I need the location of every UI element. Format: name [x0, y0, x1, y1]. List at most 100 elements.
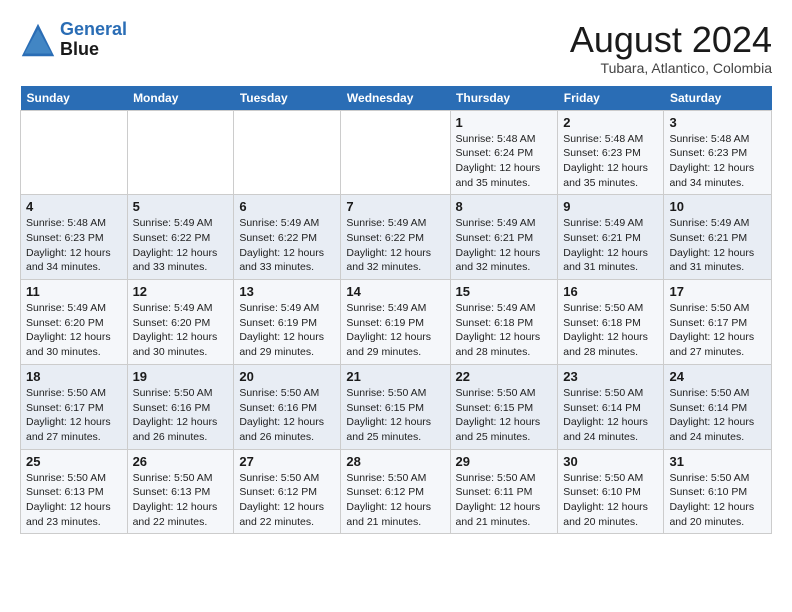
day-number: 25 — [26, 454, 122, 469]
calendar-cell: 3 Sunrise: 5:48 AM Sunset: 6:23 PM Daylig… — [664, 110, 772, 195]
day-info: Sunrise: 5:50 AM Sunset: 6:10 PM Dayligh… — [669, 471, 766, 530]
weekday-header: Thursday — [450, 86, 558, 111]
weekday-row: SundayMondayTuesdayWednesdayThursdayFrid… — [21, 86, 772, 111]
day-info: Sunrise: 5:48 AM Sunset: 6:23 PM Dayligh… — [669, 132, 766, 191]
calendar-body: 1 Sunrise: 5:48 AM Sunset: 6:24 PM Daylig… — [21, 110, 772, 534]
month-year: August 2024 — [570, 20, 772, 60]
calendar-cell: 24 Sunrise: 5:50 AM Sunset: 6:14 PM Dayli… — [664, 364, 772, 449]
day-info: Sunrise: 5:50 AM Sunset: 6:12 PM Dayligh… — [239, 471, 335, 530]
calendar-cell: 26 Sunrise: 5:50 AM Sunset: 6:13 PM Dayli… — [127, 449, 234, 534]
day-number: 6 — [239, 199, 335, 214]
location: Tubara, Atlantico, Colombia — [570, 60, 772, 76]
day-info: Sunrise: 5:50 AM Sunset: 6:17 PM Dayligh… — [669, 301, 766, 360]
day-info: Sunrise: 5:49 AM Sunset: 6:22 PM Dayligh… — [133, 216, 229, 275]
calendar-cell: 23 Sunrise: 5:50 AM Sunset: 6:14 PM Dayli… — [558, 364, 664, 449]
calendar-cell: 18Sunrise: 5:50 AM Sunset: 6:17 PM Dayli… — [21, 364, 128, 449]
day-number: 17 — [669, 284, 766, 299]
calendar-cell: 5Sunrise: 5:49 AM Sunset: 6:22 PM Daylig… — [127, 195, 234, 280]
day-number: 16 — [563, 284, 658, 299]
day-number: 27 — [239, 454, 335, 469]
weekday-header: Monday — [127, 86, 234, 111]
day-info: Sunrise: 5:49 AM Sunset: 6:19 PM Dayligh… — [346, 301, 444, 360]
day-info: Sunrise: 5:49 AM Sunset: 6:21 PM Dayligh… — [669, 216, 766, 275]
day-info: Sunrise: 5:50 AM Sunset: 6:16 PM Dayligh… — [239, 386, 335, 445]
day-info: Sunrise: 5:49 AM Sunset: 6:21 PM Dayligh… — [563, 216, 658, 275]
calendar-cell: 20 Sunrise: 5:50 AM Sunset: 6:16 PM Dayli… — [234, 364, 341, 449]
calendar-cell: 28 Sunrise: 5:50 AM Sunset: 6:12 PM Dayli… — [341, 449, 450, 534]
day-info: Sunrise: 5:50 AM Sunset: 6:12 PM Dayligh… — [346, 471, 444, 530]
day-number: 28 — [346, 454, 444, 469]
calendar-cell: 30 Sunrise: 5:50 AM Sunset: 6:10 PM Dayli… — [558, 449, 664, 534]
day-number: 30 — [563, 454, 658, 469]
day-number: 3 — [669, 115, 766, 130]
calendar-cell: 29 Sunrise: 5:50 AM Sunset: 6:11 PM Dayli… — [450, 449, 558, 534]
calendar-cell: 21Sunrise: 5:50 AM Sunset: 6:15 PM Dayli… — [341, 364, 450, 449]
calendar-cell: 22 Sunrise: 5:50 AM Sunset: 6:15 PM Dayli… — [450, 364, 558, 449]
day-info: Sunrise: 5:49 AM Sunset: 6:22 PM Dayligh… — [346, 216, 444, 275]
calendar-cell: 2 Sunrise: 5:48 AM Sunset: 6:23 PM Daylig… — [558, 110, 664, 195]
page-header: General Blue August 2024 Tubara, Atlanti… — [20, 20, 772, 76]
calendar-cell: 19 Sunrise: 5:50 AM Sunset: 6:16 PM Dayli… — [127, 364, 234, 449]
weekday-header: Friday — [558, 86, 664, 111]
calendar-cell — [341, 110, 450, 195]
calendar-cell: 31 Sunrise: 5:50 AM Sunset: 6:10 PM Dayli… — [664, 449, 772, 534]
day-info: Sunrise: 5:49 AM Sunset: 6:19 PM Dayligh… — [239, 301, 335, 360]
day-number: 20 — [239, 369, 335, 384]
day-info: Sunrise: 5:49 AM Sunset: 6:21 PM Dayligh… — [456, 216, 553, 275]
day-info: Sunrise: 5:50 AM Sunset: 6:13 PM Dayligh… — [133, 471, 229, 530]
calendar-header: SundayMondayTuesdayWednesdayThursdayFrid… — [21, 86, 772, 111]
day-info: Sunrise: 5:50 AM Sunset: 6:15 PM Dayligh… — [456, 386, 553, 445]
weekday-header: Wednesday — [341, 86, 450, 111]
day-info: Sunrise: 5:50 AM Sunset: 6:13 PM Dayligh… — [26, 471, 122, 530]
day-number: 2 — [563, 115, 658, 130]
day-info: Sunrise: 5:48 AM Sunset: 6:23 PM Dayligh… — [563, 132, 658, 191]
calendar-cell: 10 Sunrise: 5:49 AM Sunset: 6:21 PM Dayli… — [664, 195, 772, 280]
calendar-cell: 9Sunrise: 5:49 AM Sunset: 6:21 PM Daylig… — [558, 195, 664, 280]
calendar-cell: 12 Sunrise: 5:49 AM Sunset: 6:20 PM Dayli… — [127, 280, 234, 365]
calendar-week-row: 4Sunrise: 5:48 AM Sunset: 6:23 PM Daylig… — [21, 195, 772, 280]
calendar-cell: 14 Sunrise: 5:49 AM Sunset: 6:19 PM Dayli… — [341, 280, 450, 365]
day-number: 12 — [133, 284, 229, 299]
day-number: 4 — [26, 199, 122, 214]
calendar-cell: 13 Sunrise: 5:49 AM Sunset: 6:19 PM Dayli… — [234, 280, 341, 365]
logo-text: General Blue — [60, 20, 127, 60]
day-info: Sunrise: 5:48 AM Sunset: 6:24 PM Dayligh… — [456, 132, 553, 191]
day-info: Sunrise: 5:50 AM Sunset: 6:15 PM Dayligh… — [346, 386, 444, 445]
day-number: 22 — [456, 369, 553, 384]
day-info: Sunrise: 5:49 AM Sunset: 6:22 PM Dayligh… — [239, 216, 335, 275]
day-number: 18 — [26, 369, 122, 384]
calendar-week-row: 25 Sunrise: 5:50 AM Sunset: 6:13 PM Dayli… — [21, 449, 772, 534]
day-number: 11 — [26, 284, 122, 299]
calendar-cell — [234, 110, 341, 195]
calendar-cell: 7Sunrise: 5:49 AM Sunset: 6:22 PM Daylig… — [341, 195, 450, 280]
day-info: Sunrise: 5:50 AM Sunset: 6:14 PM Dayligh… — [669, 386, 766, 445]
calendar-cell: 11Sunrise: 5:49 AM Sunset: 6:20 PM Dayli… — [21, 280, 128, 365]
calendar-week-row: 11 Sunrise: 5:49 AM Sunset: 6:20 PM Dayli… — [21, 280, 772, 365]
day-info: Sunrise: 5:50 AM Sunset: 6:16 PM Dayligh… — [133, 386, 229, 445]
calendar-cell: 15Sunrise: 5:49 AM Sunset: 6:18 PM Dayli… — [450, 280, 558, 365]
calendar-cell: 6 Sunrise: 5:49 AM Sunset: 6:22 PM Daylig… — [234, 195, 341, 280]
day-number: 23 — [563, 369, 658, 384]
title-block: August 2024 Tubara, Atlantico, Colombia — [570, 20, 772, 76]
day-number: 13 — [239, 284, 335, 299]
calendar-cell: 1 Sunrise: 5:48 AM Sunset: 6:24 PM Daylig… — [450, 110, 558, 195]
day-number: 31 — [669, 454, 766, 469]
day-info: Sunrise: 5:50 AM Sunset: 6:18 PM Dayligh… — [563, 301, 658, 360]
calendar-week-row: 1 Sunrise: 5:48 AM Sunset: 6:24 PM Daylig… — [21, 110, 772, 195]
day-info: Sunrise: 5:50 AM Sunset: 6:11 PM Dayligh… — [456, 471, 553, 530]
day-number: 1 — [456, 115, 553, 130]
day-number: 26 — [133, 454, 229, 469]
day-number: 29 — [456, 454, 553, 469]
day-number: 14 — [346, 284, 444, 299]
day-info: Sunrise: 5:50 AM Sunset: 6:10 PM Dayligh… — [563, 471, 658, 530]
day-number: 19 — [133, 369, 229, 384]
day-info: Sunrise: 5:49 AM Sunset: 6:20 PM Dayligh… — [133, 301, 229, 360]
day-info: Sunrise: 5:50 AM Sunset: 6:14 PM Dayligh… — [563, 386, 658, 445]
calendar-cell: 17 Sunrise: 5:50 AM Sunset: 6:17 PM Dayli… — [664, 280, 772, 365]
weekday-header: Sunday — [21, 86, 128, 111]
day-number: 24 — [669, 369, 766, 384]
day-number: 15 — [456, 284, 553, 299]
calendar-cell: 8Sunrise: 5:49 AM Sunset: 6:21 PM Daylig… — [450, 195, 558, 280]
logo-icon — [20, 22, 56, 58]
day-number: 10 — [669, 199, 766, 214]
